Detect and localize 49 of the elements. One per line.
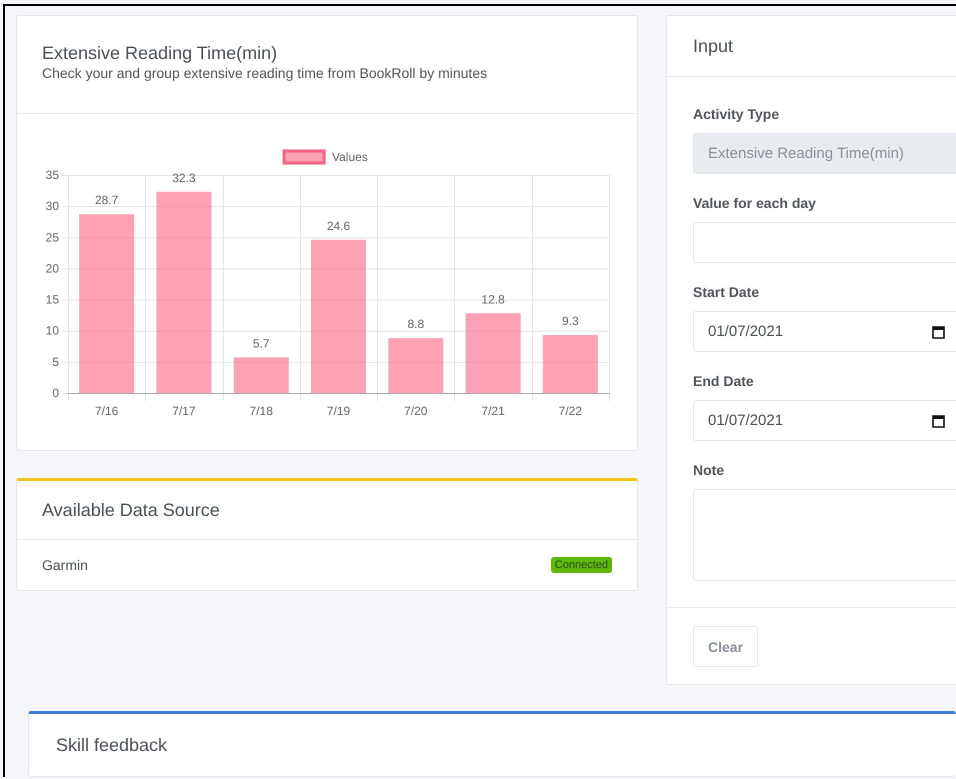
y-tick-label: 0 (52, 386, 59, 400)
y-tick-label: 25 (46, 230, 59, 244)
x-tick-label: 7/17 (172, 404, 196, 418)
calendar-icon[interactable] (932, 414, 945, 428)
data-label: 5.7 (252, 336, 270, 350)
data-label: 24.6 (326, 218, 350, 233)
bar[interactable] (156, 192, 212, 393)
field-label: Value for each day (693, 194, 816, 213)
y-tick-label: 20 (46, 261, 59, 276)
data-label: 32.3 (172, 170, 196, 185)
bar[interactable] (466, 313, 521, 393)
data-label: 12.8 (481, 292, 505, 306)
x-tick-label: 7/16 (94, 404, 118, 418)
y-tick-label: 30 (46, 199, 59, 214)
data-label: 8.8 (407, 317, 424, 332)
y-tick-label: 10 (46, 324, 59, 338)
x-tick-label: 7/18 (250, 404, 273, 418)
x-tick-label: 7/19 (326, 404, 350, 418)
field-label: Start Date (693, 283, 760, 302)
date-field[interactable]: 01/07/2021 (693, 400, 956, 441)
data-label: 28.7 (94, 193, 118, 208)
data-label: 9.3 (562, 314, 579, 328)
field-label: End Date (693, 372, 754, 391)
bar[interactable] (234, 358, 289, 393)
bar[interactable] (311, 240, 366, 393)
x-tick-label: 7/20 (404, 404, 428, 418)
card-title: Skill feedback (56, 734, 168, 756)
x-tick-label: 7/21 (481, 404, 505, 418)
bar[interactable] (79, 214, 134, 393)
card-title: Available Data Source (42, 500, 220, 520)
x-tick-label: 7/22 (558, 404, 582, 418)
text-field[interactable] (693, 222, 956, 263)
card-subtitle: Check your and group extensive reading time from BookRoll by minutes (42, 64, 488, 82)
calendar-icon[interactable] (932, 324, 945, 338)
clear-button[interactable]: Clear (693, 626, 758, 667)
bar[interactable] (388, 338, 444, 393)
status-badge: Connected (550, 557, 612, 573)
field-label: Note (693, 461, 724, 480)
date-field[interactable]: 01/07/2021 (693, 311, 956, 352)
card-title: Input (693, 36, 734, 56)
y-tick-label: 5 (52, 354, 59, 369)
note-field[interactable] (693, 489, 956, 581)
field-label: Activity Type (693, 105, 780, 124)
source-name: Garmin (42, 557, 88, 573)
legend-label: Values (332, 150, 368, 164)
y-tick-label: 35 (46, 168, 59, 182)
bar[interactable] (542, 335, 598, 393)
card-title: Extensive Reading Time(min) (42, 42, 278, 64)
y-tick-label: 15 (46, 292, 59, 307)
